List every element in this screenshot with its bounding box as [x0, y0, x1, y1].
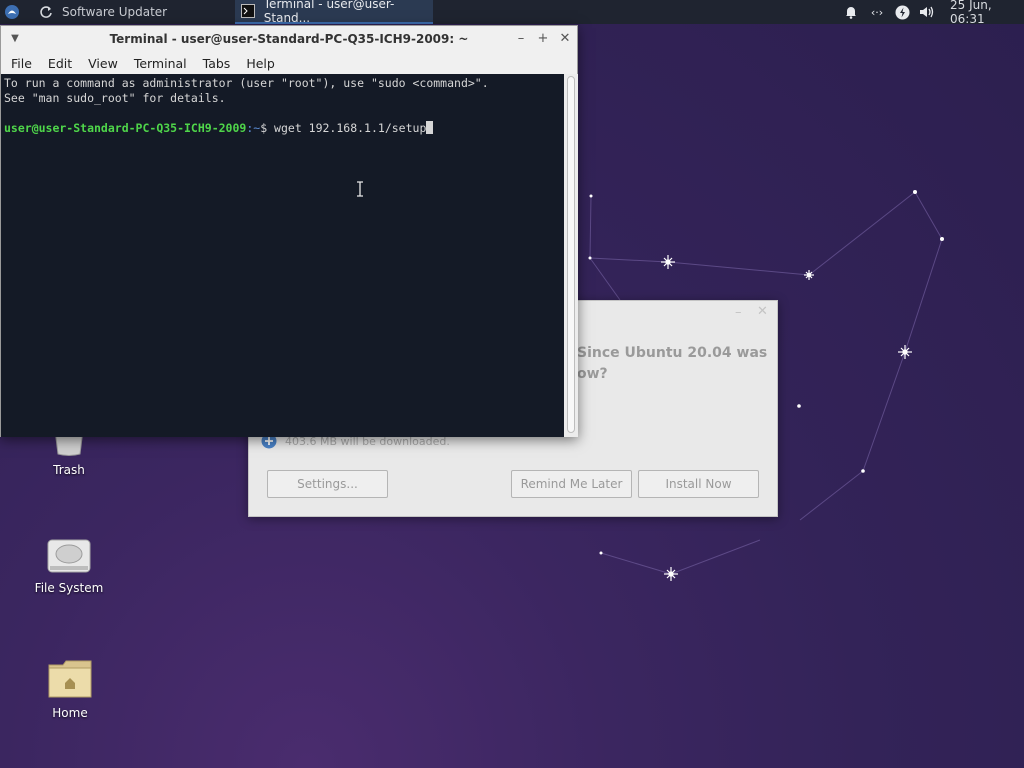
- volume-icon: [919, 4, 935, 20]
- close-icon[interactable]: ✕: [757, 304, 768, 319]
- install-now-button[interactable]: Install Now: [638, 470, 759, 498]
- terminal-icon: [241, 3, 256, 19]
- top-panel: Software Updater Terminal - user@user-St…: [0, 0, 1024, 26]
- volume-button[interactable]: [919, 0, 935, 24]
- network-button[interactable]: ‹·›: [867, 0, 887, 24]
- desktop-icon-home[interactable]: Home: [25, 659, 115, 720]
- xubuntu-logo-icon: [4, 4, 20, 20]
- menu-view[interactable]: View: [80, 56, 126, 71]
- menu-tabs[interactable]: Tabs: [195, 56, 239, 71]
- minimize-icon[interactable]: –: [735, 305, 742, 320]
- desktop-icon-label: Trash: [53, 463, 85, 477]
- terminal-titlebar[interactable]: ▼ Terminal - user@user-Standard-PC-Q35-I…: [1, 26, 577, 52]
- question-line: Since Ubuntu 20.04 was: [577, 345, 768, 361]
- text-cursor: [426, 121, 434, 134]
- notifications-button[interactable]: [843, 0, 859, 24]
- close-icon[interactable]: ✕: [557, 31, 573, 47]
- desktop-icon-label: Home: [52, 706, 88, 720]
- power-button[interactable]: [894, 0, 910, 24]
- window-title: Terminal - user@user-Standard-PC-Q35-ICH…: [109, 32, 469, 46]
- prompt-symbol: $: [260, 121, 275, 135]
- terminal-scrollbar[interactable]: [564, 74, 578, 437]
- prompt-user: user@user-Standard-PC-Q35-ICH9-2009: [4, 121, 247, 135]
- task-terminal[interactable]: Terminal - user@user-Stand...: [235, 0, 433, 25]
- power-icon: [894, 4, 910, 20]
- menu-help[interactable]: Help: [238, 56, 283, 71]
- menu-file[interactable]: File: [3, 56, 40, 71]
- prompt-line: user@user-Standard-PC-Q35-ICH9-2009:~$ w…: [4, 121, 561, 136]
- menu-terminal[interactable]: Terminal: [126, 56, 195, 71]
- command-input[interactable]: wget 192.168.1.1/setup: [274, 121, 426, 135]
- task-label: Software Updater: [62, 5, 168, 19]
- question-line: ow?: [577, 366, 608, 382]
- minimize-icon[interactable]: –: [513, 31, 529, 47]
- settings-button[interactable]: Settings...: [267, 470, 388, 498]
- desktop-icon-trash[interactable]: Trash: [24, 429, 114, 477]
- text-cursor-pointer-icon: [357, 181, 363, 197]
- terminal-menubar: File Edit View Terminal Tabs Help: [1, 52, 577, 74]
- network-icon: ‹·›: [870, 5, 884, 19]
- refresh-icon: [38, 4, 54, 20]
- desktop-icon-label: File System: [34, 581, 104, 595]
- task-software-updater[interactable]: Software Updater: [32, 0, 232, 24]
- drive-icon: [47, 539, 91, 573]
- terminal-line: To run a command as administrator (user …: [4, 76, 489, 90]
- scrollbar-thumb[interactable]: [567, 76, 575, 433]
- home-folder-icon: [48, 660, 92, 698]
- desktop-icon-file-system[interactable]: File System: [24, 538, 114, 595]
- applications-menu-button[interactable]: [4, 0, 20, 24]
- menu-edit[interactable]: Edit: [40, 56, 80, 71]
- clock[interactable]: 25 Jun, 06:31: [950, 0, 1024, 26]
- terminal-window: ▼ Terminal - user@user-Standard-PC-Q35-I…: [0, 25, 578, 437]
- maximize-icon[interactable]: +: [535, 31, 551, 47]
- remind-me-later-button[interactable]: Remind Me Later: [511, 470, 632, 498]
- task-label: Terminal - user@user-Stand...: [263, 0, 395, 25]
- terminal-line: See "man sudo_root" for details.: [4, 91, 226, 105]
- bell-icon: [843, 4, 859, 20]
- prompt-path: :~: [246, 121, 261, 135]
- terminal-screen[interactable]: To run a command as administrator (user …: [1, 74, 564, 437]
- update-question: Since Ubuntu 20.04 was ow?: [577, 343, 767, 385]
